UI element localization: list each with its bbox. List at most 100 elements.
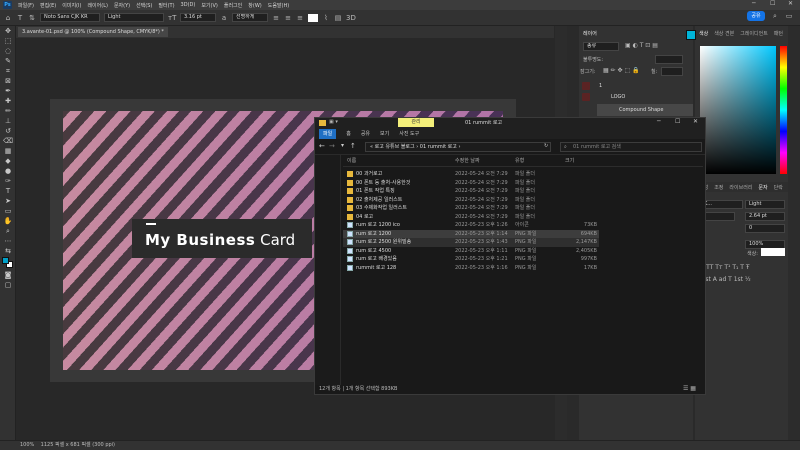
address-box[interactable]: « 로고 유튜브 블로그 › 01 rummit 로고 ›	[365, 142, 551, 152]
screen-mode-icon[interactable]: ▢	[0, 280, 16, 290]
layer-filter-icons[interactable]: ▣ ◐ T ⊡ ▤	[625, 42, 658, 49]
layer-group-1[interactable]: 1	[599, 81, 602, 91]
align-center-icon[interactable]: ≡	[284, 14, 292, 22]
ribbon-home[interactable]: 홈	[346, 129, 351, 139]
minimize-icon[interactable]: ─	[752, 0, 756, 7]
file-row[interactable]: 04 로고 2022-05-24 오전 7:29 파일 폴더	[343, 213, 599, 222]
warp-text-icon[interactable]: ⌇	[322, 14, 330, 22]
3d-icon[interactable]: 3D	[346, 14, 356, 22]
quick-select-icon[interactable]: ✎	[0, 56, 16, 66]
workspace-icon[interactable]: ▭	[785, 12, 793, 20]
shape-tool-icon[interactable]: ▭	[0, 206, 16, 216]
lasso-tool-icon[interactable]: ◌	[0, 46, 16, 56]
file-row[interactable]: rum 로고 4500 2022-05-23 오후 1:11 PNG 파일 2,405…	[343, 247, 599, 256]
close-icon[interactable]: ✕	[788, 0, 793, 7]
lock-icons[interactable]: ▦ ✏ ✥ ⬚ 🔒	[603, 67, 640, 74]
dodge-tool-icon[interactable]: ●	[0, 166, 16, 176]
font-style-field[interactable]: Light	[104, 13, 164, 22]
file-row[interactable]: 02 출처제공 일러스트 2022-05-24 오전 7:29 파일 폴더	[343, 196, 599, 205]
type-tool-icon[interactable]: T	[0, 186, 16, 196]
ribbon-view[interactable]: 보기	[380, 129, 389, 139]
tab-color[interactable]: 색상	[699, 30, 708, 37]
fill-field[interactable]	[661, 67, 683, 76]
menu-window[interactable]: 창(W)	[248, 2, 261, 9]
menu-filter[interactable]: 필터(T)	[158, 2, 174, 9]
color-field[interactable]	[700, 46, 776, 174]
file-row[interactable]: 01 폰트 작업 특징 2022-05-24 오전 7:29 파일 폴더	[343, 187, 599, 196]
explorer-manage-tab[interactable]: 관리	[398, 118, 434, 127]
column-type[interactable]: 유형	[515, 156, 524, 167]
recent-dropdown-icon[interactable]: ▾	[341, 142, 344, 149]
maximize-icon[interactable]: ☐	[770, 0, 775, 7]
menu-plugins[interactable]: 플러그인	[224, 2, 242, 9]
file-row[interactable]: 00 폰트 등 출처-사용한것 2022-05-24 오전 7:29 파일 폴더	[343, 179, 599, 188]
tab-paragraph[interactable]: 단락	[774, 184, 783, 191]
minimize-icon[interactable]: ─	[657, 118, 661, 125]
color-swap-icon[interactable]: ⇆	[0, 246, 16, 256]
maximize-icon[interactable]: ☐	[675, 118, 680, 125]
antialias-field[interactable]: 선명하게	[232, 13, 268, 22]
file-row[interactable]: rum 로고 1200 2022-05-23 오후 1:14 PNG 파일 694KB	[343, 229, 599, 238]
align-right-icon[interactable]: ≡	[296, 14, 304, 22]
forward-arrow-icon[interactable]: →	[329, 142, 335, 150]
quick-mask-icon[interactable]: ◙	[0, 270, 16, 280]
blur-tool-icon[interactable]: ◆	[0, 156, 16, 166]
file-row[interactable]: 00 과거로고 2022-05-24 오전 7:29 파일 폴더	[343, 170, 599, 179]
menu-3d[interactable]: 3D(D)	[181, 2, 196, 8]
document-tab[interactable]: 3.avante-01.psd @ 100% (Compound Shape, …	[18, 27, 168, 37]
ribbon-file[interactable]: 파일	[319, 129, 337, 139]
crop-tool-icon[interactable]: ⌗	[0, 66, 16, 76]
file-row[interactable]: rummit 로고 128 2022-05-23 오후 1:16 PNG 파일 17K…	[343, 264, 599, 273]
file-row[interactable]: rum 로고 배경있음 2022-05-23 오후 1:21 PNG 파일 997KB	[343, 255, 599, 264]
tab-swatches[interactable]: 색상 견본	[714, 30, 734, 37]
details-view-icon[interactable]: ☰ ▦	[683, 385, 696, 392]
layer-row-selected[interactable]: Compound Shape	[597, 104, 693, 116]
menu-help[interactable]: 도움말(H)	[268, 2, 289, 9]
move-tool-icon[interactable]: ✥	[0, 26, 16, 36]
menu-view[interactable]: 보기(V)	[201, 2, 218, 9]
more-tools-icon[interactable]: ⋯	[0, 236, 16, 246]
brush-tool-icon[interactable]: ✏	[0, 106, 16, 116]
zoom-tool-icon[interactable]: ⌕	[0, 226, 16, 236]
back-arrow-icon[interactable]: ←	[319, 142, 325, 150]
tab-pattern[interactable]: 패턴	[774, 30, 783, 37]
layer-group-logo[interactable]: LOGO	[611, 92, 625, 102]
healing-brush-icon[interactable]: ✚	[0, 96, 16, 106]
eraser-tool-icon[interactable]: ⌫	[0, 136, 16, 146]
marquee-tool-icon[interactable]: ⬚	[0, 36, 16, 46]
menu-edit[interactable]: 편집(E)	[40, 2, 56, 9]
up-arrow-icon[interactable]: ↑	[350, 142, 356, 150]
tab-character[interactable]: 문자	[758, 184, 767, 191]
ribbon-picture-tools[interactable]: 사진 도구	[399, 129, 419, 139]
column-name[interactable]: 이름	[347, 156, 356, 167]
opacity-field[interactable]	[655, 55, 683, 64]
character-panel-icon[interactable]: ▤	[334, 14, 342, 22]
column-size[interactable]: 크기	[565, 156, 574, 167]
ribbon-share[interactable]: 공유	[361, 129, 370, 139]
tab-adjustments[interactable]: 조정	[714, 184, 723, 191]
visibility-eye-icon[interactable]	[582, 93, 590, 101]
layer-kind-filter[interactable]: 종류	[583, 42, 619, 51]
text-orientation-icon[interactable]: ⇅	[28, 14, 36, 22]
menu-file[interactable]: 파일(F)	[18, 2, 34, 9]
frame-tool-icon[interactable]: ⊠	[0, 76, 16, 86]
path-select-icon[interactable]: ➤	[0, 196, 16, 206]
search-input[interactable]: ⌕ 01 rummit 로고 검색	[560, 142, 702, 152]
card-title-box[interactable]: My Business Card	[132, 219, 312, 258]
home-icon[interactable]: ⌂	[4, 14, 12, 22]
foreground-color-swatch[interactable]	[686, 30, 696, 40]
menu-layer[interactable]: 레이어(L)	[87, 2, 108, 9]
visibility-eye-icon[interactable]	[582, 82, 590, 90]
search-icon[interactable]: ⌕	[771, 12, 779, 20]
layers-tab[interactable]: 레이어	[583, 30, 597, 37]
char-leading-field[interactable]: 2.64 pt	[745, 212, 785, 221]
file-row[interactable]: 03 수제화작업 일러스트 2022-05-24 오전 7:29 파일 폴더	[343, 204, 599, 213]
column-date[interactable]: 수정한 날짜	[455, 156, 480, 167]
menu-type[interactable]: 문자(Y)	[114, 2, 130, 9]
file-row[interactable]: rum 로고 2500 원위빌송 2022-05-23 오후 1:43 PNG 파일…	[343, 238, 599, 247]
tab-gradient[interactable]: 그레이디언트	[740, 30, 768, 37]
char-style-field[interactable]: Light	[745, 200, 785, 209]
text-color-swatch[interactable]	[308, 13, 318, 22]
menu-select[interactable]: 선택(S)	[136, 2, 152, 9]
pen-tool-icon[interactable]: ✑	[0, 176, 16, 186]
